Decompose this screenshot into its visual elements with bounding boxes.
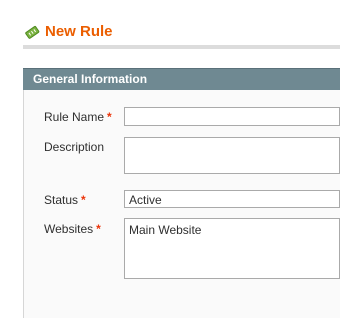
websites-multiselect[interactable]: Main Website xyxy=(124,218,340,279)
new-rule-icon xyxy=(25,25,40,39)
rule-name-label: Rule Name * xyxy=(44,110,112,124)
status-selected-value: Active xyxy=(129,193,162,207)
description-textarea[interactable] xyxy=(124,137,340,174)
required-mark: * xyxy=(107,110,112,124)
fieldset-header: General Information xyxy=(23,68,340,90)
rule-name-input[interactable] xyxy=(124,107,340,126)
description-label: Description xyxy=(44,140,105,154)
status-label: Status * xyxy=(44,193,86,207)
required-mark: * xyxy=(81,193,86,207)
rule-name-label-text: Rule Name xyxy=(44,110,105,124)
required-mark: * xyxy=(96,222,101,236)
status-select[interactable]: Active xyxy=(124,190,340,208)
page-title: New Rule xyxy=(45,23,113,40)
title-divider xyxy=(23,45,340,49)
websites-label-text: Websites xyxy=(44,222,94,236)
page-header: New Rule xyxy=(0,0,340,50)
websites-option-main-website[interactable]: Main Website xyxy=(129,223,339,237)
status-label-text: Status xyxy=(44,193,79,207)
websites-label: Websites * xyxy=(44,222,101,236)
fieldset-title: General Information xyxy=(33,72,148,86)
